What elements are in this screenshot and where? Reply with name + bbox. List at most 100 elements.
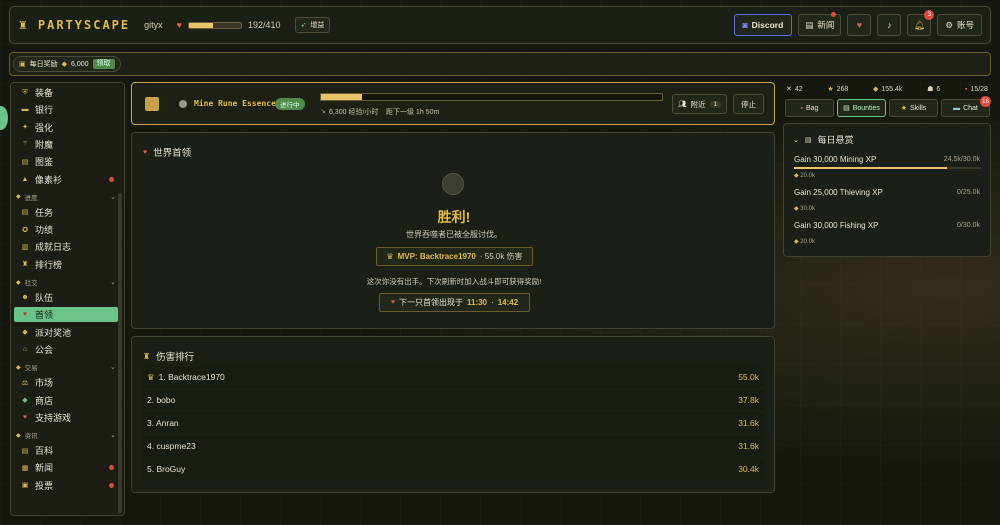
participation-note: 这次你没有出手。下次刷新时加入战斗即可获得奖励!: [366, 277, 542, 286]
sidebar-group-header[interactable]: ◆ 交易 ⌄: [16, 361, 116, 373]
coin-icon: ◆: [794, 239, 799, 245]
tab-bag-label: Bag: [806, 104, 819, 112]
app-logo[interactable]: PARTYSCAPE: [38, 18, 130, 32]
victory-title: 胜利!: [437, 209, 471, 225]
ranking-damage: 55.0k: [738, 372, 759, 382]
sidebar-group-header[interactable]: ◆ 资讯 ⌄: [16, 429, 116, 441]
news-unread-dot: [831, 12, 837, 17]
sidebar-item-market[interactable]: ⚖ 市场: [14, 375, 118, 390]
bounties-header[interactable]: ⌄ ▤ 每日悬赏: [793, 133, 854, 146]
coin-icon: ◆: [872, 86, 879, 93]
ranking-player: 4. cuspme23: [147, 441, 196, 451]
sidebar-item-label: 图鉴: [35, 157, 54, 168]
sidebar-item-boss[interactable]: ♥ 首领: [14, 307, 118, 323]
sidebar-item-shield[interactable]: ⛨ 装备: [14, 85, 118, 100]
sidebar-item-heart[interactable]: ♥ 支持游戏: [14, 410, 118, 425]
chevron-down-icon: ⌄: [110, 193, 116, 201]
scroll-icon: ▤: [804, 136, 812, 144]
bounty-progress: 0/25.0k: [957, 189, 980, 196]
sidebar-item-label: 首领: [35, 310, 54, 321]
stat-skull: ☗ 6: [927, 85, 941, 94]
boost-button[interactable]: ➶ 增益: [294, 17, 331, 33]
nearby-count: 1: [709, 100, 722, 108]
sidebar-item-medal[interactable]: ✪ 功绩: [14, 222, 118, 237]
side-marker: [0, 106, 8, 130]
sidebar-item-wiki[interactable]: ▤ 百科: [14, 443, 118, 458]
sidebar-item-news[interactable]: ▦ 新闻: [14, 460, 118, 475]
sidebar-group-header[interactable]: ◆ 进度 ⌄: [16, 191, 116, 203]
sidebar-item-vote[interactable]: ▣ 投票: [14, 478, 118, 493]
next-boss-time-b: 14:42: [497, 298, 519, 307]
skull-icon: ♥: [390, 299, 395, 306]
bounties-title: 每日悬赏: [817, 135, 854, 145]
nearby-label: 附近: [690, 99, 706, 109]
action-progress-bar: [320, 93, 663, 101]
people-icon: ☻: [21, 294, 29, 301]
sidebar-item-label: 银行: [35, 105, 54, 116]
sidebar-item-label: 队伍: [35, 293, 54, 303]
claim-button[interactable]: 领取: [92, 59, 115, 69]
sidebar-item-guild[interactable]: ⌂ 公会: [14, 342, 118, 357]
sidebar-item-log[interactable]: ▥ 成就日志: [14, 239, 118, 254]
xp-rate: 6,300 经验/小时: [329, 109, 379, 116]
stop-label: 停止: [741, 99, 756, 109]
tab-bag[interactable]: ▪ Bag: [785, 99, 834, 117]
sidebar-group-header[interactable]: ◆ 社交 ⌄: [16, 276, 116, 288]
sidebar-item-label: 像素衫: [35, 174, 63, 185]
daily-reward-amount: 6,000: [71, 60, 89, 68]
shirt-icon: ▲: [21, 175, 29, 183]
sidebar-item-book[interactable]: ▤ 图鉴: [14, 154, 118, 169]
sidebar-item-sparkle[interactable]: ✦ 强化: [14, 120, 118, 135]
action-progress-fill: [321, 94, 362, 100]
heart-icon: ♥: [176, 20, 182, 30]
news-label: 新闻: [817, 20, 835, 30]
account-button[interactable]: ⚙ 账号: [937, 14, 982, 36]
scroll-icon: ▤: [21, 209, 29, 217]
mvp-damage: · 55.0k 伤害: [479, 252, 523, 261]
player-stats-row: ✕ 42 ★ 268 ◆ 155.4k ☗ 6 ▪ 15/28: [783, 82, 991, 96]
sidebar-item-trophy[interactable]: ♜ 排行榜: [14, 257, 118, 272]
tab-skills-label: Skills: [909, 104, 927, 112]
ranking-player: 2. bobo: [147, 395, 176, 405]
next-boss-sep: ·: [491, 298, 494, 307]
news-button[interactable]: ▤ 新闻: [798, 12, 842, 36]
tab-skills[interactable]: ★ Skills: [889, 99, 938, 117]
notifications-button[interactable]: 🔔︎ 3: [907, 10, 935, 36]
bounty-reward: ◆ 30.0k: [794, 205, 815, 212]
sidebar-item-chest[interactable]: ▬ 银行: [14, 102, 118, 117]
music-button[interactable]: ♪: [877, 14, 902, 36]
tab-chat[interactable]: ▬ Chat 16: [941, 96, 991, 117]
rune-essence-icon: [179, 100, 187, 108]
discord-button[interactable]: ◙ Discord: [733, 14, 793, 36]
daily-reward-strip: ▣ 每日奖励 ◆ 6,000 领取: [9, 52, 991, 76]
favorite-button[interactable]: ♥: [847, 14, 872, 36]
sidebar-scrollbar[interactable]: [118, 193, 122, 513]
sidebar-item-people[interactable]: ☻ 队伍: [14, 290, 118, 305]
sidebar-item-label: 功绩: [35, 225, 54, 236]
trophy-icon: ♜: [143, 351, 151, 361]
sidebar-item-gem[interactable]: ◆ 商店: [14, 393, 118, 408]
sidebar-item-label: 附魔: [35, 139, 54, 150]
stop-button[interactable]: 停止: [733, 94, 764, 114]
sidebar-item-coins[interactable]: ◆ 派对奖池: [14, 325, 118, 340]
unread-dot: [109, 482, 114, 488]
sidebar-group-label: 进度: [24, 194, 38, 202]
group-icon: ◆: [16, 279, 21, 286]
sidebar-item-scroll[interactable]: ▤ 任务: [14, 205, 118, 220]
chevron-down-icon: ⌄: [110, 364, 116, 372]
chevron-down-icon: ⌄: [110, 432, 116, 440]
daily-reward-pill[interactable]: ▣ 每日奖励 ◆ 6,000 领取: [13, 56, 121, 72]
nearby-button[interactable]: 👥︎ 附近 1: [672, 94, 727, 114]
sidebar: ⛨ 装备 ▬ 银行 ✦ 强化 ⚚ 附魔 ▤ 图鉴 ▲ 像素衫 ◆ 进度 ⌄ ▤ 任务 ✪ 功绩 ▥ 成就日志 ♜ 排行榜 ◆ 社…: [10, 82, 125, 516]
stat-value: 155.4k: [881, 85, 903, 93]
tab-bounties[interactable]: ▤ Bounties: [837, 99, 886, 117]
vote-icon: ▣: [21, 482, 29, 490]
stat-value: 6: [936, 85, 941, 93]
sidebar-item-label: 派对奖池: [35, 327, 72, 338]
ranking-row: 5. BroGuy 30.4k: [142, 459, 764, 479]
log-icon: ▥: [21, 243, 29, 251]
bag-icon: ▪: [964, 85, 968, 93]
skull-icon: ♥: [143, 148, 148, 156]
sidebar-item-wand[interactable]: ⚚ 附魔: [14, 137, 118, 152]
sidebar-item-shirt[interactable]: ▲ 像素衫: [14, 172, 118, 187]
